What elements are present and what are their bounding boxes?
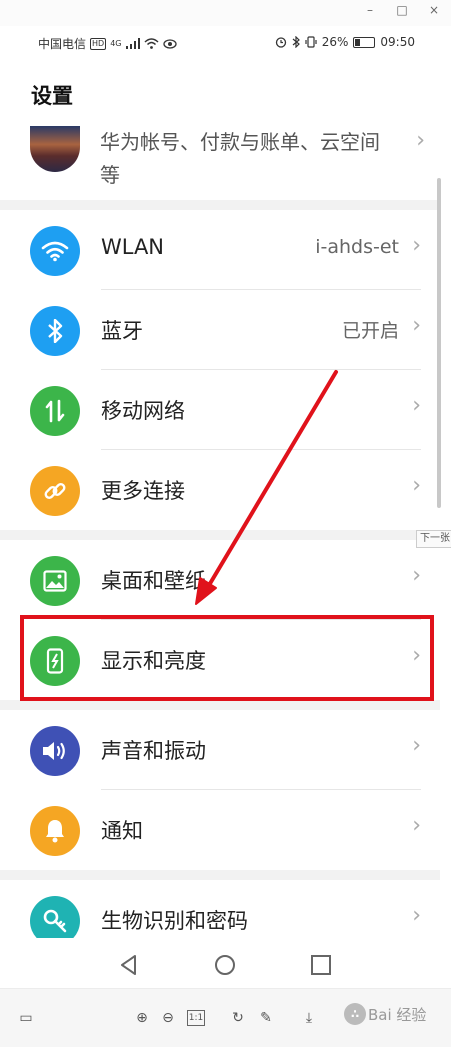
maximize-button[interactable]: □ (393, 3, 411, 17)
settings-item-sound-vibration[interactable]: 声音和振动 › (30, 710, 421, 790)
settings-item-notifications[interactable]: 通知 › (30, 790, 421, 870)
watermark: ∴ Bai 经验 (344, 1003, 426, 1025)
alarm-icon (275, 37, 286, 48)
bluetooth-status-icon (292, 36, 300, 48)
key-icon (30, 896, 80, 938)
hd-badge: HD (90, 37, 107, 50)
navigation-bar (0, 940, 451, 988)
chevron-right-icon: › (412, 393, 421, 418)
chevron-right-icon: › (412, 473, 421, 498)
close-button[interactable]: × (425, 3, 443, 17)
chevron-right-icon: › (416, 128, 425, 153)
zoom-in-icon[interactable]: ⊕ (132, 1008, 152, 1028)
battery-icon (353, 36, 376, 48)
wallpaper-icon (30, 556, 80, 606)
page-title: 设置 (31, 84, 73, 108)
chevron-right-icon: › (412, 903, 421, 928)
settings-item-label: 移动网络 (101, 399, 185, 423)
bell-icon (30, 806, 80, 856)
settings-item-label: 声音和振动 (101, 739, 206, 763)
settings-item-label: WLAN (101, 235, 165, 259)
avatar (30, 126, 80, 172)
wifi-status-icon (143, 38, 159, 49)
settings-item-wlan[interactable]: WLAN i-ahds-et › (30, 210, 421, 290)
account-row[interactable]: 华为帐号、付款与账单、云空间等 › (30, 120, 425, 192)
actual-size-icon[interactable]: 1:1 (187, 1010, 205, 1026)
chevron-right-icon: › (412, 563, 421, 588)
next-image-tab[interactable]: 下一张 (416, 530, 451, 548)
account-label: 华为帐号、付款与账单、云空间等 (100, 130, 380, 187)
scrollbar-thumb[interactable] (437, 178, 441, 508)
settings-item-value: 已开启 (341, 320, 399, 342)
section-divider (0, 530, 440, 540)
watermark-text: Bai 经验 (368, 1005, 427, 1024)
mobile-data-icon (30, 386, 80, 436)
settings-item-label: 通知 (101, 819, 143, 843)
chevron-right-icon: › (412, 233, 421, 258)
settings-item-biometrics-password[interactable]: 生物识别和密码 › (30, 880, 421, 938)
settings-item-more-connections[interactable]: 更多连接 › (30, 450, 421, 530)
section-divider (0, 200, 440, 210)
network-type: 4G (110, 39, 122, 48)
chevron-right-icon: › (412, 813, 421, 838)
section-divider (0, 700, 440, 710)
settings-item-label: 更多连接 (101, 479, 185, 503)
screen-icon[interactable]: ▭ (16, 1008, 36, 1028)
back-icon[interactable] (116, 952, 142, 978)
settings-item-label: 生物识别和密码 (101, 909, 248, 933)
settings-item-mobile-network[interactable]: 移动网络 › (30, 370, 421, 450)
edit-icon[interactable]: ✎ (256, 1008, 276, 1028)
settings-item-value: i-ahds-et (315, 236, 399, 258)
settings-item-label: 蓝牙 (101, 319, 143, 343)
bluetooth-icon (30, 306, 80, 356)
volume-icon (30, 726, 80, 776)
signal-icon (125, 38, 140, 49)
viewer-title-bar: – □ × (0, 0, 451, 26)
rotate-icon[interactable]: ↻ (228, 1008, 248, 1028)
chevron-right-icon: › (412, 733, 421, 758)
zoom-out-icon[interactable]: ⊖ (158, 1008, 178, 1028)
link-icon (30, 466, 80, 516)
download-icon[interactable]: ⤓ (299, 1008, 319, 1028)
eye-comfort-icon (162, 38, 177, 49)
baidu-paw-icon: ∴ (344, 1003, 366, 1025)
settings-item-label: 桌面和壁纸 (101, 569, 206, 593)
battery-percent: 26% (321, 35, 349, 49)
recents-icon[interactable] (308, 952, 334, 978)
settings-item-wallpaper[interactable]: 桌面和壁纸 › (30, 540, 421, 620)
section-divider (0, 870, 440, 880)
home-icon[interactable] (212, 952, 238, 978)
carrier-label: 中国电信 (38, 37, 87, 51)
vibrate-icon (305, 36, 317, 48)
clock: 09:50 (380, 35, 415, 49)
wifi-icon (30, 226, 80, 276)
highlight-box (20, 615, 434, 701)
chevron-right-icon: › (412, 313, 421, 338)
minimize-button[interactable]: – (361, 3, 379, 17)
settings-item-bluetooth[interactable]: 蓝牙 已开启 › (30, 290, 421, 370)
status-bar: 中国电信 HD 4G 26% 09:50 (0, 26, 451, 60)
